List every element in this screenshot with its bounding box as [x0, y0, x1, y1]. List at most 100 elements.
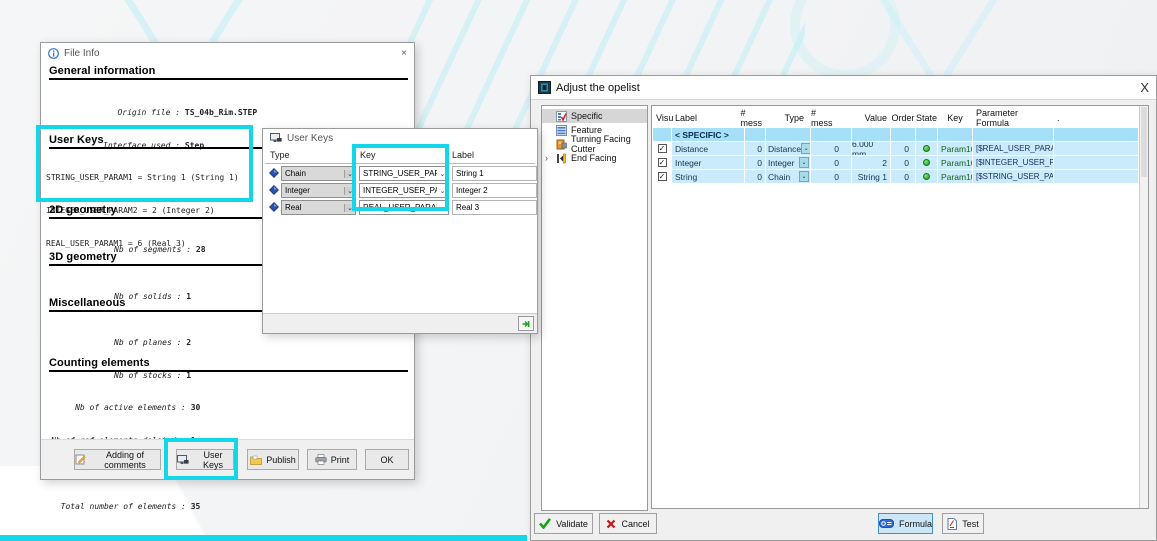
column-label: Label: [447, 148, 535, 164]
key-select[interactable]: STRING_USER_PARAM1⌄: [359, 166, 449, 181]
chevron-down-icon[interactable]: ⌄: [799, 157, 809, 168]
add-key-button[interactable]: [518, 316, 534, 331]
origin-file-value: TS_04b_Rim.STEP: [185, 108, 257, 117]
total-elements-value: 35: [191, 502, 201, 511]
label-input[interactable]: String 1: [452, 166, 537, 181]
header-key[interactable]: Key: [938, 113, 972, 123]
test-button[interactable]: Test: [942, 513, 984, 534]
button-label: Publish: [266, 455, 296, 465]
info-icon: [48, 48, 59, 59]
key-diamond-icon: [269, 168, 279, 178]
header-parameter-formula[interactable]: Parameter Formula: [973, 108, 1053, 128]
section-heading-counting: Counting elements: [49, 357, 408, 372]
tree-item-end-facing[interactable]: › End Facing: [542, 151, 647, 165]
table-row-string[interactable]: ✓ String 0 Chain⌄ 0 String 1 0 Param103 …: [653, 170, 1138, 183]
table-row-distance[interactable]: ✓ Distance 0 Distance⌄ 0 6.000 mm 0 Para…: [653, 142, 1138, 155]
cell-order: 0: [891, 142, 915, 155]
cell-formula[interactable]: [$INTEGER_USER_PARAM4]: [973, 156, 1053, 169]
label-input[interactable]: Real 3: [452, 200, 537, 215]
adding-comments-button[interactable]: Adding of comments: [74, 449, 161, 470]
publish-button[interactable]: Publish: [247, 449, 299, 470]
close-icon[interactable]: ×: [401, 48, 407, 59]
user-key-line: STRING_USER_PARAM1 = String 1 (String 1): [46, 172, 239, 183]
type-value: Distance: [766, 144, 801, 154]
cell-key: Param102: [938, 156, 972, 169]
tree-item-turning-facing-cutter[interactable]: Turning Facing Cutter: [542, 137, 647, 151]
vertical-scrollbar[interactable]: [1139, 106, 1148, 508]
comments-icon: [75, 454, 86, 465]
type-dropdown[interactable]: Distance⌄: [766, 143, 810, 154]
type-value: Chain: [282, 169, 344, 178]
type-select[interactable]: Real⌄: [281, 200, 356, 215]
header-mess1[interactable]: # mess: [745, 108, 765, 128]
cell-order: 0: [891, 170, 915, 183]
expander-icon[interactable]: ›: [545, 154, 548, 163]
cell-label: Distance: [672, 142, 744, 155]
type-select[interactable]: Chain⌄: [281, 166, 356, 181]
chevron-down-icon[interactable]: ⌄: [801, 143, 810, 154]
chevron-down-icon[interactable]: ⌄: [344, 170, 355, 178]
state-ok-icon: [923, 173, 930, 180]
visu-checkbox[interactable]: ✓: [658, 172, 667, 181]
chevron-down-icon[interactable]: ⌄: [437, 204, 448, 212]
header-type[interactable]: Type: [766, 113, 810, 123]
user-keys-dialog: User Keys Type Key Label Chain⌄ STRING_U…: [262, 128, 538, 334]
user-keys-bottom-bar: [263, 313, 537, 333]
chevron-down-icon[interactable]: ⌄: [437, 187, 448, 195]
section-heading-general: General information: [49, 65, 408, 80]
cell-formula[interactable]: [$STRING_USER_PARAM5]: [973, 170, 1053, 183]
cutter-icon: [556, 139, 567, 150]
header-extra: .: [1054, 113, 1138, 123]
tree-item-specific[interactable]: Specific: [542, 109, 647, 123]
cell-formula[interactable]: [$REAL_USER_PARAM2]: [973, 142, 1053, 155]
table-row-integer[interactable]: ✓ Integer 0 Integer⌄ 0 2 0 Param102 [$IN…: [653, 156, 1138, 169]
opelist-table: Visu Label # mess Type # mess Value Orde…: [651, 105, 1149, 509]
adjust-opelist-dialog: Adjust the opelist X Specific Feature Tu…: [530, 75, 1157, 541]
header-label[interactable]: Label: [672, 113, 744, 123]
label-input[interactable]: Integer 2: [452, 183, 537, 198]
key-select[interactable]: INTEGER_USER_PARAM2⌄: [359, 183, 449, 198]
chevron-down-icon[interactable]: ⌄: [799, 171, 809, 182]
visu-checkbox[interactable]: ✓: [658, 144, 667, 153]
group-row-specific[interactable]: < SPECIFIC >: [653, 128, 1138, 141]
cell-key: Param103: [938, 170, 972, 183]
print-button[interactable]: Print: [307, 449, 357, 470]
dialog-title: User Keys: [287, 133, 333, 144]
cell-mess1: 0: [745, 156, 765, 169]
opelist-icon: [538, 81, 551, 94]
active-elements-label: Nb of active elements :: [51, 403, 191, 412]
header-visu[interactable]: Visu: [653, 113, 671, 123]
cell-value: 2: [852, 156, 890, 169]
validate-button[interactable]: Validate: [534, 513, 593, 534]
type-value: Real: [282, 203, 344, 212]
dialog-title: Adjust the opelist: [556, 82, 640, 94]
button-label: Test: [962, 519, 979, 529]
user-keys-button[interactable]: User Keys: [176, 449, 234, 470]
visu-checkbox[interactable]: ✓: [658, 158, 667, 167]
cancel-button[interactable]: Cancel: [599, 513, 657, 534]
chevron-down-icon[interactable]: ⌄: [344, 187, 355, 195]
header-order[interactable]: Order: [891, 113, 915, 123]
formula-icon: [879, 519, 894, 528]
chevron-down-icon[interactable]: ⌄: [344, 204, 355, 212]
background-circle: [790, 0, 900, 80]
state-ok-icon: [923, 145, 930, 152]
header-value[interactable]: Value: [852, 113, 890, 123]
ok-button[interactable]: OK: [365, 449, 409, 470]
type-dropdown[interactable]: Chain⌄: [766, 171, 810, 182]
key-select[interactable]: REAL_USER_PARAM1⌄: [359, 200, 449, 215]
validate-check-icon: [539, 518, 551, 529]
header-state[interactable]: State: [916, 113, 937, 123]
cell-order: 0: [891, 156, 915, 169]
scrollbar-thumb[interactable]: [1141, 107, 1147, 177]
formula-button[interactable]: Formula: [878, 513, 933, 534]
cell-mess2: 0: [811, 156, 851, 169]
type-dropdown[interactable]: Integer⌄: [766, 157, 810, 168]
chevron-down-icon[interactable]: ⌄: [437, 170, 448, 178]
button-label: Print: [331, 455, 350, 465]
header-mess2[interactable]: # mess: [811, 108, 851, 128]
user-key-row: Integer⌄ INTEGER_USER_PARAM2⌄ Integer 2: [265, 183, 537, 198]
close-icon[interactable]: X: [1140, 80, 1149, 95]
cell-key: Param101: [938, 142, 972, 155]
type-select[interactable]: Integer⌄: [281, 183, 356, 198]
